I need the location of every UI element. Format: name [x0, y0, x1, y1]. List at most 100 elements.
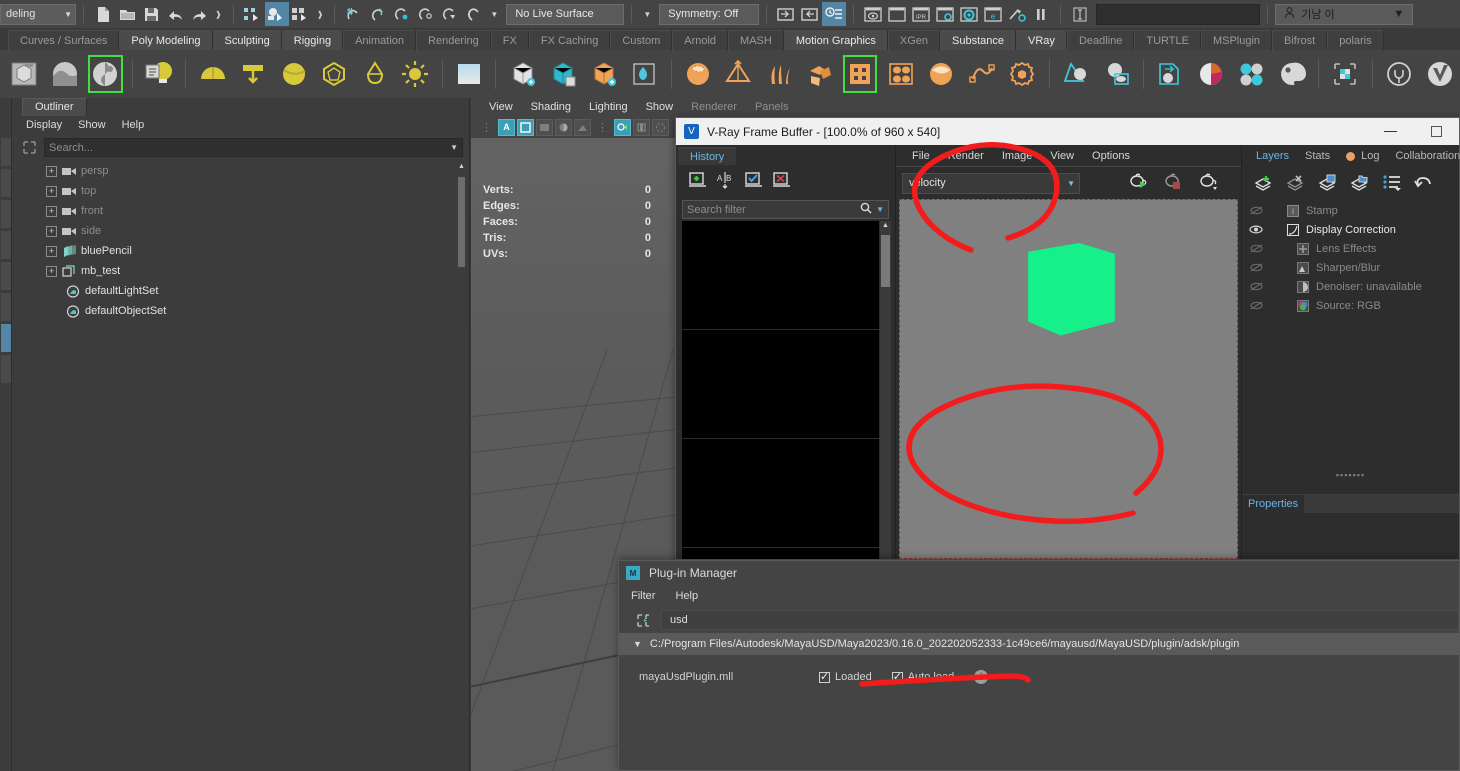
shelf-tab-2[interactable]: Sculpting	[212, 30, 282, 50]
vray-ies-light-icon[interactable]	[316, 54, 353, 94]
snap-to-grid-icon[interactable]	[342, 2, 366, 26]
stop-render-icon[interactable]	[1162, 172, 1186, 195]
toolbar-grip[interactable]: ⋮	[477, 121, 496, 134]
layer-row-lens-effects[interactable]: Lens Effects	[1242, 239, 1459, 258]
history-scrollbar[interactable]: ▲	[880, 221, 891, 559]
mash-grass-icon[interactable]	[761, 54, 798, 94]
shelf-tab-19[interactable]: polaris	[1327, 30, 1384, 50]
shelf-tab-11[interactable]: Motion Graphics	[783, 30, 888, 50]
outliner-item-persp[interactable]: + persp	[20, 161, 463, 181]
render-current-frame-icon[interactable]	[861, 2, 885, 26]
render-last-icon[interactable]	[1127, 172, 1151, 195]
render-region-icon[interactable]	[1197, 172, 1221, 195]
vfb-menu-view[interactable]: View	[1050, 150, 1074, 162]
redo-icon[interactable]	[187, 2, 211, 26]
toolbox-scale-tool[interactable]	[1, 293, 11, 321]
render-channel-select[interactable]: velocity ▼	[902, 172, 1080, 194]
vray-physical-camera-icon[interactable]	[451, 54, 488, 94]
shelf-tab-5[interactable]: Rendering	[416, 30, 491, 50]
mash-signal-icon[interactable]	[720, 54, 757, 94]
symmetry-field[interactable]: Symmetry: Off	[659, 3, 760, 25]
pause-icon[interactable]	[1029, 2, 1053, 26]
mash-gear-icon[interactable]	[1004, 54, 1041, 94]
scrollbar-thumb[interactable]	[881, 235, 890, 287]
outliner-tree[interactable]: + persp + top + front + side + bluePenci…	[20, 161, 466, 769]
layer-row-sharpen-blur[interactable]: Sharpen/Blur	[1242, 258, 1459, 277]
user-account-menu[interactable]: 기남 이 ▼	[1275, 3, 1414, 25]
make-live-icon[interactable]	[462, 2, 486, 26]
viewport-bookmark-icon[interactable]	[517, 118, 534, 136]
select-camera-icon[interactable]: A	[498, 118, 515, 136]
shelf-tab-18[interactable]: Bifrost	[1272, 30, 1328, 50]
chevron-down-icon[interactable]: ▼	[633, 639, 642, 649]
mash-curve-icon[interactable]	[964, 54, 1001, 94]
expand-icon[interactable]: +	[46, 205, 57, 217]
expand-icon[interactable]: +	[46, 265, 57, 277]
vray-logo-icon[interactable]	[1421, 54, 1458, 94]
mash-dynamics-icon[interactable]	[882, 54, 919, 94]
save-to-history-icon[interactable]	[688, 171, 707, 193]
vray-dome-light-icon[interactable]	[194, 54, 231, 94]
toolbox-rotate-tool[interactable]	[1, 262, 11, 290]
toolbox-paint-select-tool[interactable]	[1, 200, 11, 228]
chevron-down-icon[interactable]: ▼	[486, 10, 502, 19]
mash-color-icon[interactable]	[923, 54, 960, 94]
toggle-attribute-editor-icon[interactable]	[822, 2, 847, 26]
history-search-input[interactable]: Search filter ▼	[682, 200, 889, 219]
scroll-up-arrow-icon[interactable]: ▲	[458, 163, 465, 170]
material-sphere-icon[interactable]	[1192, 54, 1229, 94]
mash-world-icon[interactable]	[801, 54, 838, 94]
snap-to-view-plane-icon[interactable]	[438, 2, 462, 26]
toolbox-move-tool[interactable]	[1, 231, 11, 259]
layer-row-stamp[interactable]: i Stamp	[1242, 201, 1459, 220]
outliner-item-top[interactable]: + top	[20, 181, 463, 201]
vfb-menu-render[interactable]: Render	[948, 150, 984, 162]
viewport-menu-panels[interactable]: Panels	[755, 101, 789, 113]
plugin-manager-menu-help[interactable]: Help	[675, 590, 698, 602]
outliner-item-defaultlightset[interactable]: defaultLightSet	[20, 281, 463, 301]
vray-render-settings-icon[interactable]	[957, 2, 981, 26]
redo-previous-render-icon[interactable]	[885, 2, 909, 26]
viewport-menu-shading[interactable]: Shading	[531, 101, 571, 113]
snap-to-point-icon[interactable]	[390, 2, 414, 26]
layer-presets-icon[interactable]	[1382, 174, 1402, 195]
shelf-tab-9[interactable]: Arnold	[672, 30, 729, 50]
outliner-menu-help[interactable]: Help	[122, 119, 145, 131]
shelf-tab-6[interactable]: FX	[490, 30, 529, 50]
outliner-item-defaultobjectset[interactable]: defaultObjectSet	[20, 301, 463, 321]
mash-add-node-icon[interactable]	[585, 54, 622, 94]
reset-layers-icon[interactable]	[1414, 174, 1434, 195]
plugin-autoload-checkbox[interactable]: Auto load	[891, 670, 954, 683]
toolbox-show-manipulator-tool[interactable]	[1, 355, 11, 383]
expand-icon[interactable]: +	[46, 245, 57, 257]
vray-mesh-light-icon[interactable]	[357, 54, 394, 94]
ipr-render-icon[interactable]: IPR	[909, 2, 933, 26]
new-scene-icon[interactable]	[91, 2, 115, 26]
viewport-menu-lighting[interactable]: Lighting	[589, 101, 628, 113]
plugin-path-group-header[interactable]: ▼ C:/Program Files/Autodesk/MayaUSD/Maya…	[619, 633, 1459, 655]
xray-joints-icon[interactable]	[633, 118, 650, 136]
tab-outliner[interactable]: Outliner	[22, 98, 87, 116]
shelf-tab-13[interactable]: Substance	[940, 30, 1017, 50]
shelf-tab-0[interactable]: Curves / Surfaces	[8, 30, 120, 50]
outliner-search-input[interactable]: Search... ▼	[44, 138, 463, 157]
outliner-item-bluepencil[interactable]: + bluePencil	[20, 241, 463, 261]
chevron-down-icon[interactable]: ▼	[1067, 179, 1075, 188]
collapse-handle[interactable]: ❱	[313, 10, 328, 19]
ab-compare-icon[interactable]: AB	[716, 171, 735, 193]
plugin-manager-title-bar[interactable]: M Plug-in Manager	[619, 561, 1459, 585]
visibility-off-icon[interactable]	[1248, 262, 1264, 273]
save-scene-icon[interactable]	[139, 2, 163, 26]
shelf-tab-1[interactable]: Poly Modeling	[119, 30, 213, 50]
viewport-menu-show[interactable]: Show	[646, 101, 674, 113]
collapse-handle[interactable]: ❱	[211, 10, 226, 19]
select-by-component-type-icon[interactable]	[289, 2, 313, 26]
select-by-object-type-icon[interactable]	[264, 2, 289, 26]
chevron-down-icon[interactable]: ▼	[450, 143, 458, 152]
add-layer-icon[interactable]	[1254, 174, 1274, 195]
paint-palette-icon[interactable]	[1274, 54, 1311, 94]
maximize-button[interactable]	[1413, 118, 1459, 145]
tab-properties[interactable]: Properties	[1248, 498, 1298, 510]
render-settings-icon[interactable]	[933, 2, 957, 26]
image-plane-icon[interactable]	[536, 118, 553, 136]
